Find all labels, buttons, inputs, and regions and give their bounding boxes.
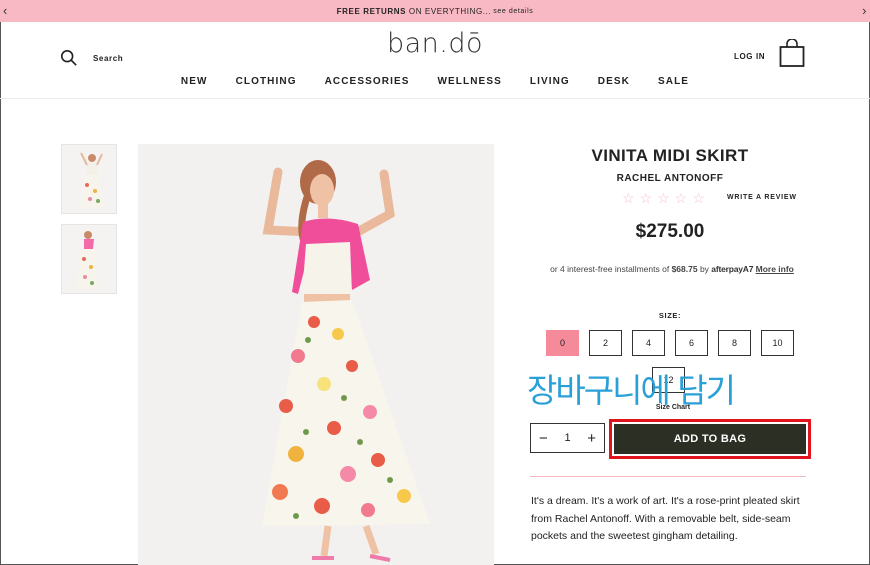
promo-text: ON EVERYTHING...: [408, 6, 492, 16]
nav-item-new[interactable]: NEW: [181, 76, 208, 87]
afterpay-logo-mark: A7: [742, 264, 754, 274]
afterpay-logo: afterpayA7: [711, 264, 754, 274]
nav-item-desk[interactable]: DESK: [598, 76, 630, 87]
promo-details-link[interactable]: see details: [493, 8, 533, 15]
product-description: It's a dream. It's a work of art. It's a…: [531, 495, 800, 542]
add-to-bag-button[interactable]: ADD TO BAG: [609, 419, 811, 459]
main-nav: NEW CLOTHING ACCESSORIES WELLNESS LIVING…: [0, 76, 870, 87]
product-main-image[interactable]: [138, 144, 494, 565]
product-thumbnail-2[interactable]: [61, 224, 117, 294]
size-option-4[interactable]: 4: [632, 330, 665, 356]
model-photo-thumbnail: [80, 152, 104, 207]
size-label: SIZE:: [658, 311, 682, 320]
afterpay-installments: or 4 interest-free installments of $68.7…: [534, 262, 810, 277]
write-review-link[interactable]: WRITE A REVIEW: [727, 194, 797, 201]
size-option-10[interactable]: 10: [761, 330, 794, 356]
site-header: Search ban.dō LOG IN NEW CLOTHING ACCESS…: [0, 22, 870, 99]
divider: [530, 476, 806, 477]
size-option-2[interactable]: 2: [589, 330, 622, 356]
size-option-6[interactable]: 6: [675, 330, 708, 356]
nav-item-accessories[interactable]: ACCESSORIES: [325, 76, 410, 87]
nav-item-living[interactable]: LIVING: [530, 76, 570, 87]
size-option-8[interactable]: 8: [718, 330, 751, 356]
model-photo: [262, 160, 430, 562]
rating-stars: ☆☆☆☆☆: [622, 190, 710, 206]
installments-by: by: [699, 264, 709, 274]
quantity-stepper: − 1 +: [530, 423, 605, 453]
installment-amount: $68.75: [671, 264, 698, 274]
product-thumbnail-1[interactable]: [61, 144, 117, 214]
qty-value[interactable]: 1: [564, 432, 570, 444]
product-price: $275.00: [635, 221, 705, 242]
nav-item-clothing[interactable]: CLOTHING: [236, 76, 297, 87]
installments-text: or 4 interest-free installments of: [550, 264, 670, 274]
size-option-0[interactable]: 0: [546, 330, 579, 356]
login-link[interactable]: LOG IN: [734, 52, 765, 61]
chevron-right-icon[interactable]: ›: [862, 2, 867, 20]
promo-bar: ‹ FREE RETURNS ON EVERYTHING... see deta…: [0, 0, 870, 22]
product-title: VINITA MIDI SKIRT: [591, 146, 749, 165]
shopping-bag-icon[interactable]: [779, 39, 805, 67]
promo-bold-text: FREE RETURNS: [336, 6, 407, 16]
more-info-link[interactable]: More info: [756, 264, 794, 274]
chevron-left-icon[interactable]: ‹: [3, 2, 8, 20]
nav-item-sale[interactable]: SALE: [658, 76, 689, 87]
add-to-bag-label: ADD TO BAG: [614, 424, 806, 454]
product-brand[interactable]: RACHEL ANTONOFF: [520, 173, 820, 184]
model-photo-thumbnail: [76, 231, 98, 289]
qty-decrease-button[interactable]: −: [539, 431, 548, 446]
qty-increase-button[interactable]: +: [587, 431, 596, 446]
annotation-overlay-text: 장바구니에 담기: [527, 371, 736, 410]
nav-item-wellness[interactable]: WELLNESS: [438, 76, 502, 87]
